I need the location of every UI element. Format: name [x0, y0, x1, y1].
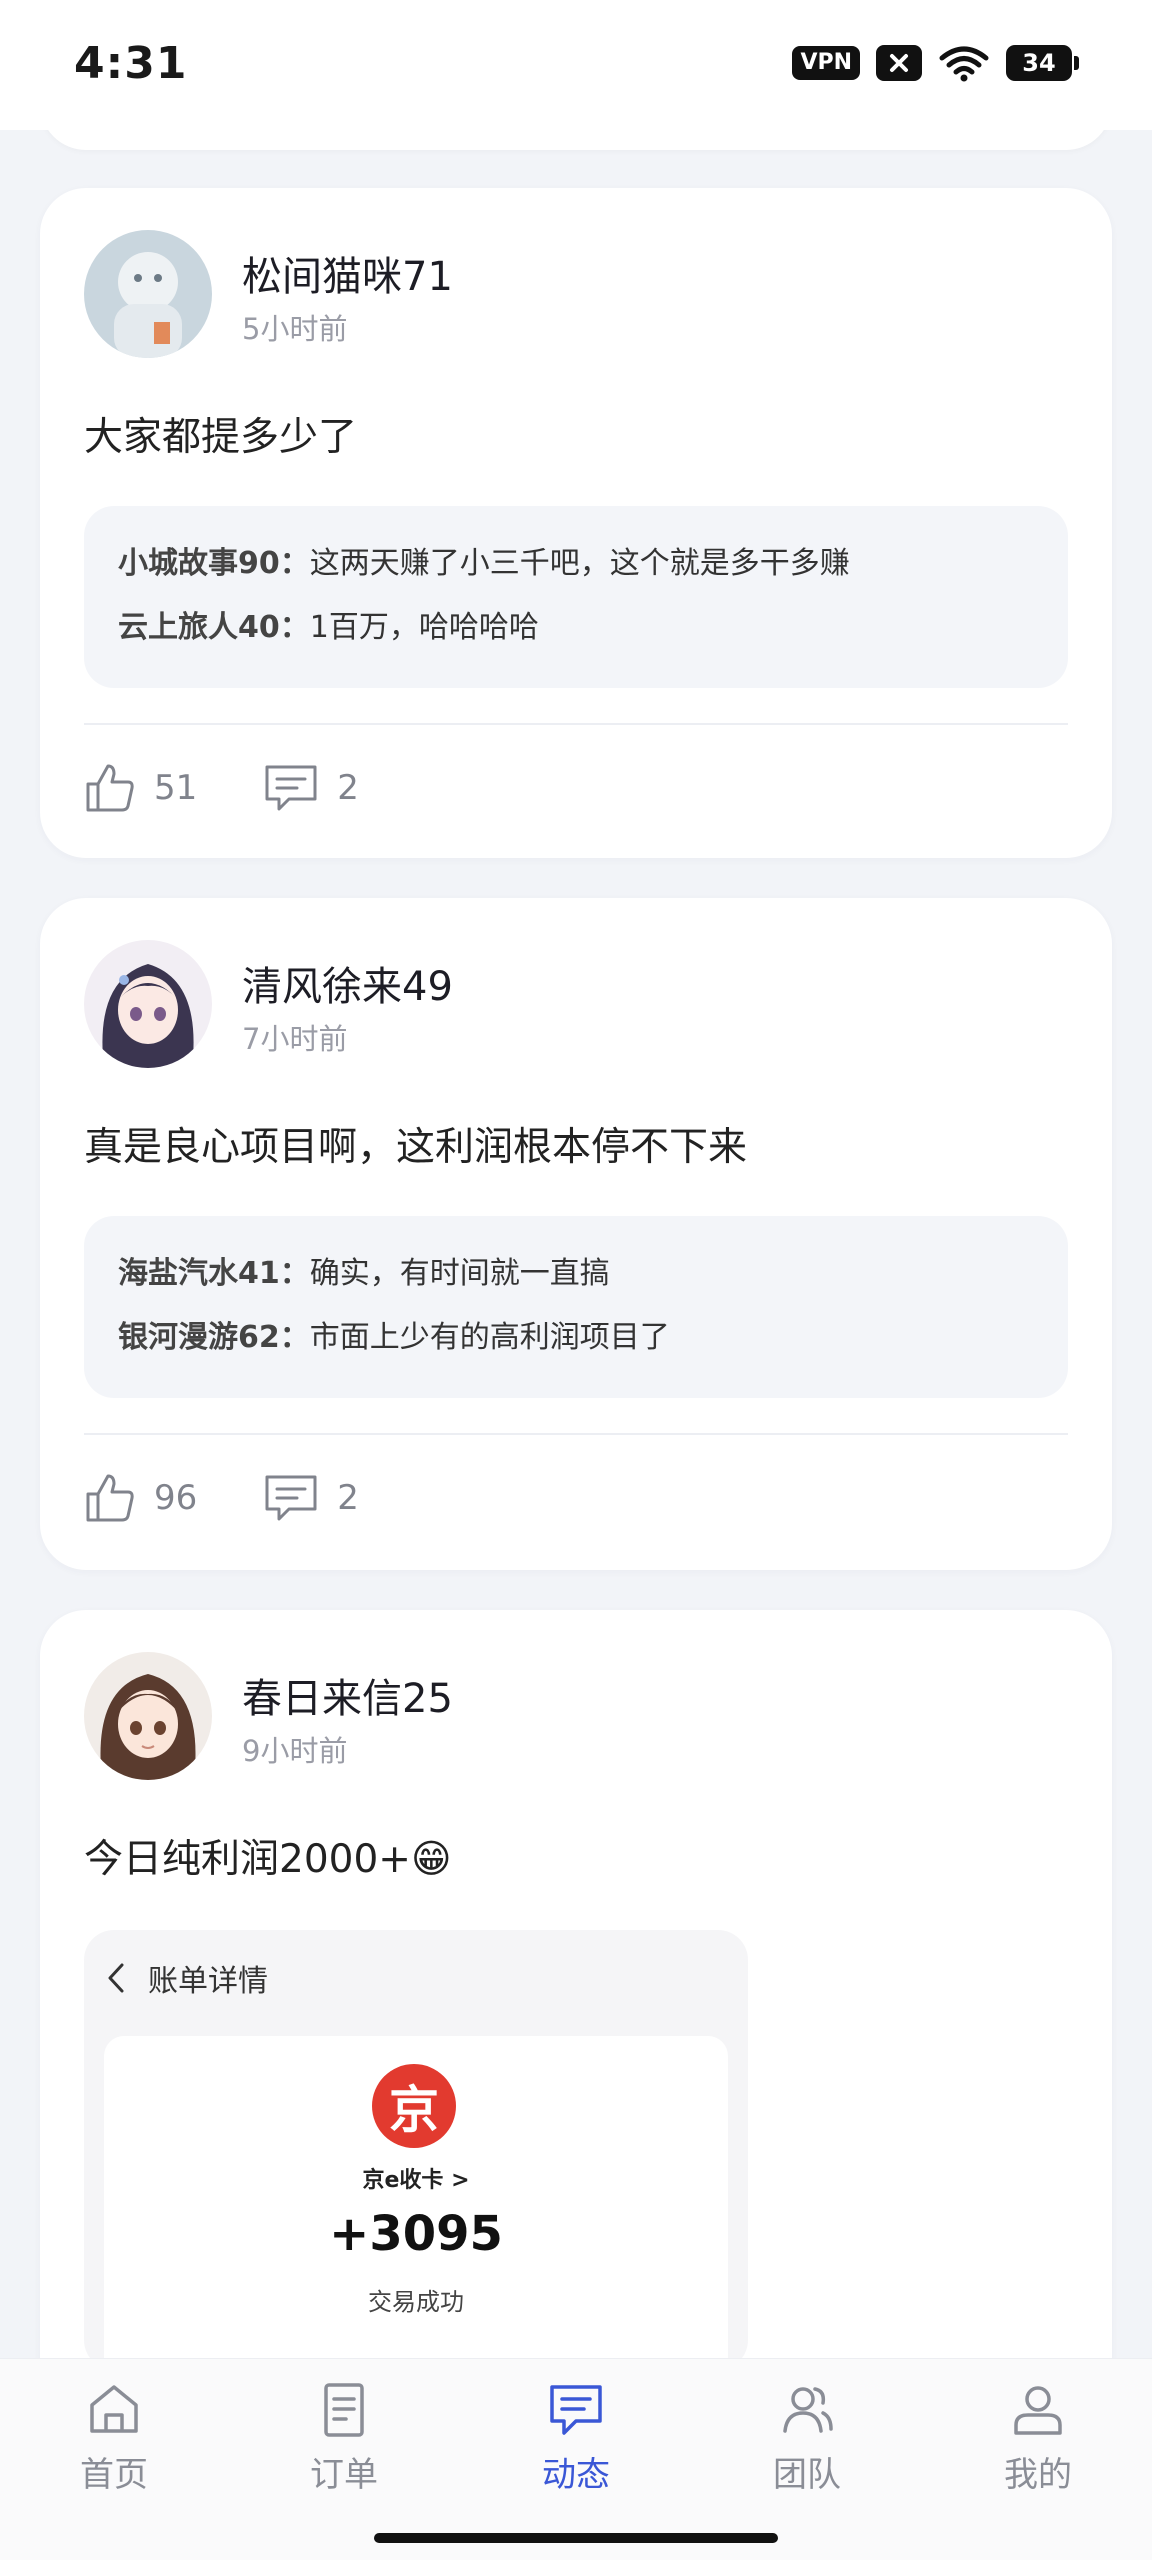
comment-author: 海盐汽水41： — [118, 1256, 310, 1291]
comment-count: 2 — [337, 1478, 359, 1518]
like-button[interactable]: 96 — [84, 1472, 197, 1524]
comment-author: 小城故事90： — [118, 546, 310, 581]
comment-text: 确实，有时间就一直搞 — [309, 1256, 610, 1291]
home-icon — [90, 2385, 138, 2433]
screenshot-body: 京 京e收卡 > +3095 交易成功 — [104, 2036, 728, 2370]
team-icon — [783, 2387, 833, 2433]
comment-text: 这两天赚了小三千吧，这个就是多干多赚 — [309, 546, 850, 581]
comment-button[interactable]: 2 — [263, 763, 359, 813]
jd-logo-icon: 京 — [372, 2064, 456, 2148]
comment-item: 小城故事90：这两天赚了小三千吧，这个就是多干多赚 — [118, 542, 1034, 606]
comment-button[interactable]: 2 — [263, 1473, 359, 1523]
thumbs-up-icon — [86, 1474, 134, 1522]
nav-label: 首页 — [80, 2455, 148, 2495]
post-card[interactable]: 松间猫咪71 5小时前 大家都提多少了 小城故事90：这两天赚了小三千吧，这个就… — [40, 188, 1112, 858]
nav-label: 团队 — [773, 2455, 841, 2495]
divider — [84, 1433, 1068, 1435]
screenshot-header: 账单详情 — [104, 1956, 268, 2000]
username[interactable]: 清风徐来49 — [242, 954, 453, 1012]
profile-icon — [1014, 2386, 1062, 2435]
post-time: 5小时前 — [242, 312, 348, 346]
nav-label: 订单 — [310, 2455, 378, 2495]
status-icons: VPN 34 — [792, 44, 1079, 82]
avatar[interactable] — [84, 230, 212, 358]
battery-icon: 34 — [1006, 45, 1079, 81]
comment-item: 银河漫游62：市面上少有的高利润项目了 — [118, 1316, 1034, 1380]
feed-icon — [550, 2385, 602, 2435]
nav-item-team[interactable]: 团队 — [727, 2379, 887, 2496]
nav-item-home[interactable]: 首页 — [34, 2379, 194, 2496]
nav-label: 动态 — [542, 2455, 610, 2495]
comment-item: 云上旅人40：1百万，哈哈哈哈 — [118, 606, 1034, 670]
close-badge-icon — [876, 45, 922, 81]
status-bar: 4:31 VPN 34 — [0, 0, 1152, 130]
status-time: 4:31 — [74, 38, 188, 89]
post-actions: 96 2 — [84, 1472, 425, 1524]
post-text: 真是良心项目啊，这利润根本停不下来 — [84, 1125, 748, 1170]
nav-label: 我的 — [1004, 2455, 1072, 2495]
screenshot-amount: +3095 — [329, 2206, 503, 2262]
comment-icon — [265, 765, 317, 811]
screenshot-merchant: 京e收卡 > — [362, 2168, 470, 2193]
comment-text: 1百万，哈哈哈哈 — [309, 610, 539, 645]
wifi-icon — [939, 46, 989, 82]
post-actions: 51 2 — [84, 762, 425, 814]
username[interactable]: 春日来信25 — [242, 1666, 453, 1724]
divider — [84, 723, 1068, 725]
like-count: 96 — [154, 1478, 198, 1518]
vpn-icon: VPN — [792, 46, 860, 80]
avatar[interactable] — [84, 1652, 212, 1780]
screenshot-status: 交易成功 — [368, 2288, 464, 2316]
home-indicator[interactable] — [374, 2533, 778, 2543]
nav-item-feed[interactable]: 动态 — [496, 2379, 656, 2496]
avatar[interactable] — [84, 940, 212, 1068]
post-image[interactable]: 账单详情 京 京e收卡 > +3095 交易成功 — [84, 1930, 748, 2370]
bottom-nav: 首页 订单 动态 团队 我的 — [0, 2358, 1152, 2560]
post-time: 7小时前 — [242, 1022, 348, 1056]
post-card[interactable]: 春日来信25 9小时前 今日纯利润2000+😁 账单详情 京 京e收卡 > +3… — [40, 1610, 1112, 2410]
comment-preview[interactable]: 小城故事90：这两天赚了小三千吧，这个就是多干多赚 云上旅人40：1百万，哈哈哈… — [84, 506, 1068, 688]
comment-icon — [265, 1475, 317, 1521]
nav-item-me[interactable]: 我的 — [958, 2379, 1118, 2496]
comment-item: 海盐汽水41：确实，有时间就一直搞 — [118, 1252, 1034, 1316]
post-time: 9小时前 — [242, 1734, 348, 1768]
chevron-left-icon — [108, 1963, 124, 1993]
post-text: 大家都提多少了 — [84, 415, 358, 460]
thumbs-up-icon — [86, 764, 134, 812]
like-button[interactable]: 51 — [84, 762, 197, 814]
post-text: 今日纯利润2000+😁 — [84, 1837, 452, 1882]
screenshot-title: 账单详情 — [148, 1964, 268, 1999]
comment-author: 银河漫游62： — [118, 1320, 310, 1355]
nav-item-orders[interactable]: 订单 — [264, 2379, 424, 2496]
like-count: 51 — [154, 768, 198, 808]
comment-text: 市面上少有的高利润项目了 — [309, 1320, 670, 1355]
comment-preview[interactable]: 海盐汽水41：确实，有时间就一直搞 银河漫游62：市面上少有的高利润项目了 — [84, 1216, 1068, 1398]
comment-author: 云上旅人40： — [118, 610, 310, 645]
post-card[interactable]: 清风徐来49 7小时前 真是良心项目啊，这利润根本停不下来 海盐汽水41：确实，… — [40, 898, 1112, 1570]
order-icon — [324, 2383, 364, 2437]
comment-count: 2 — [337, 768, 359, 808]
username[interactable]: 松间猫咪71 — [242, 244, 453, 302]
